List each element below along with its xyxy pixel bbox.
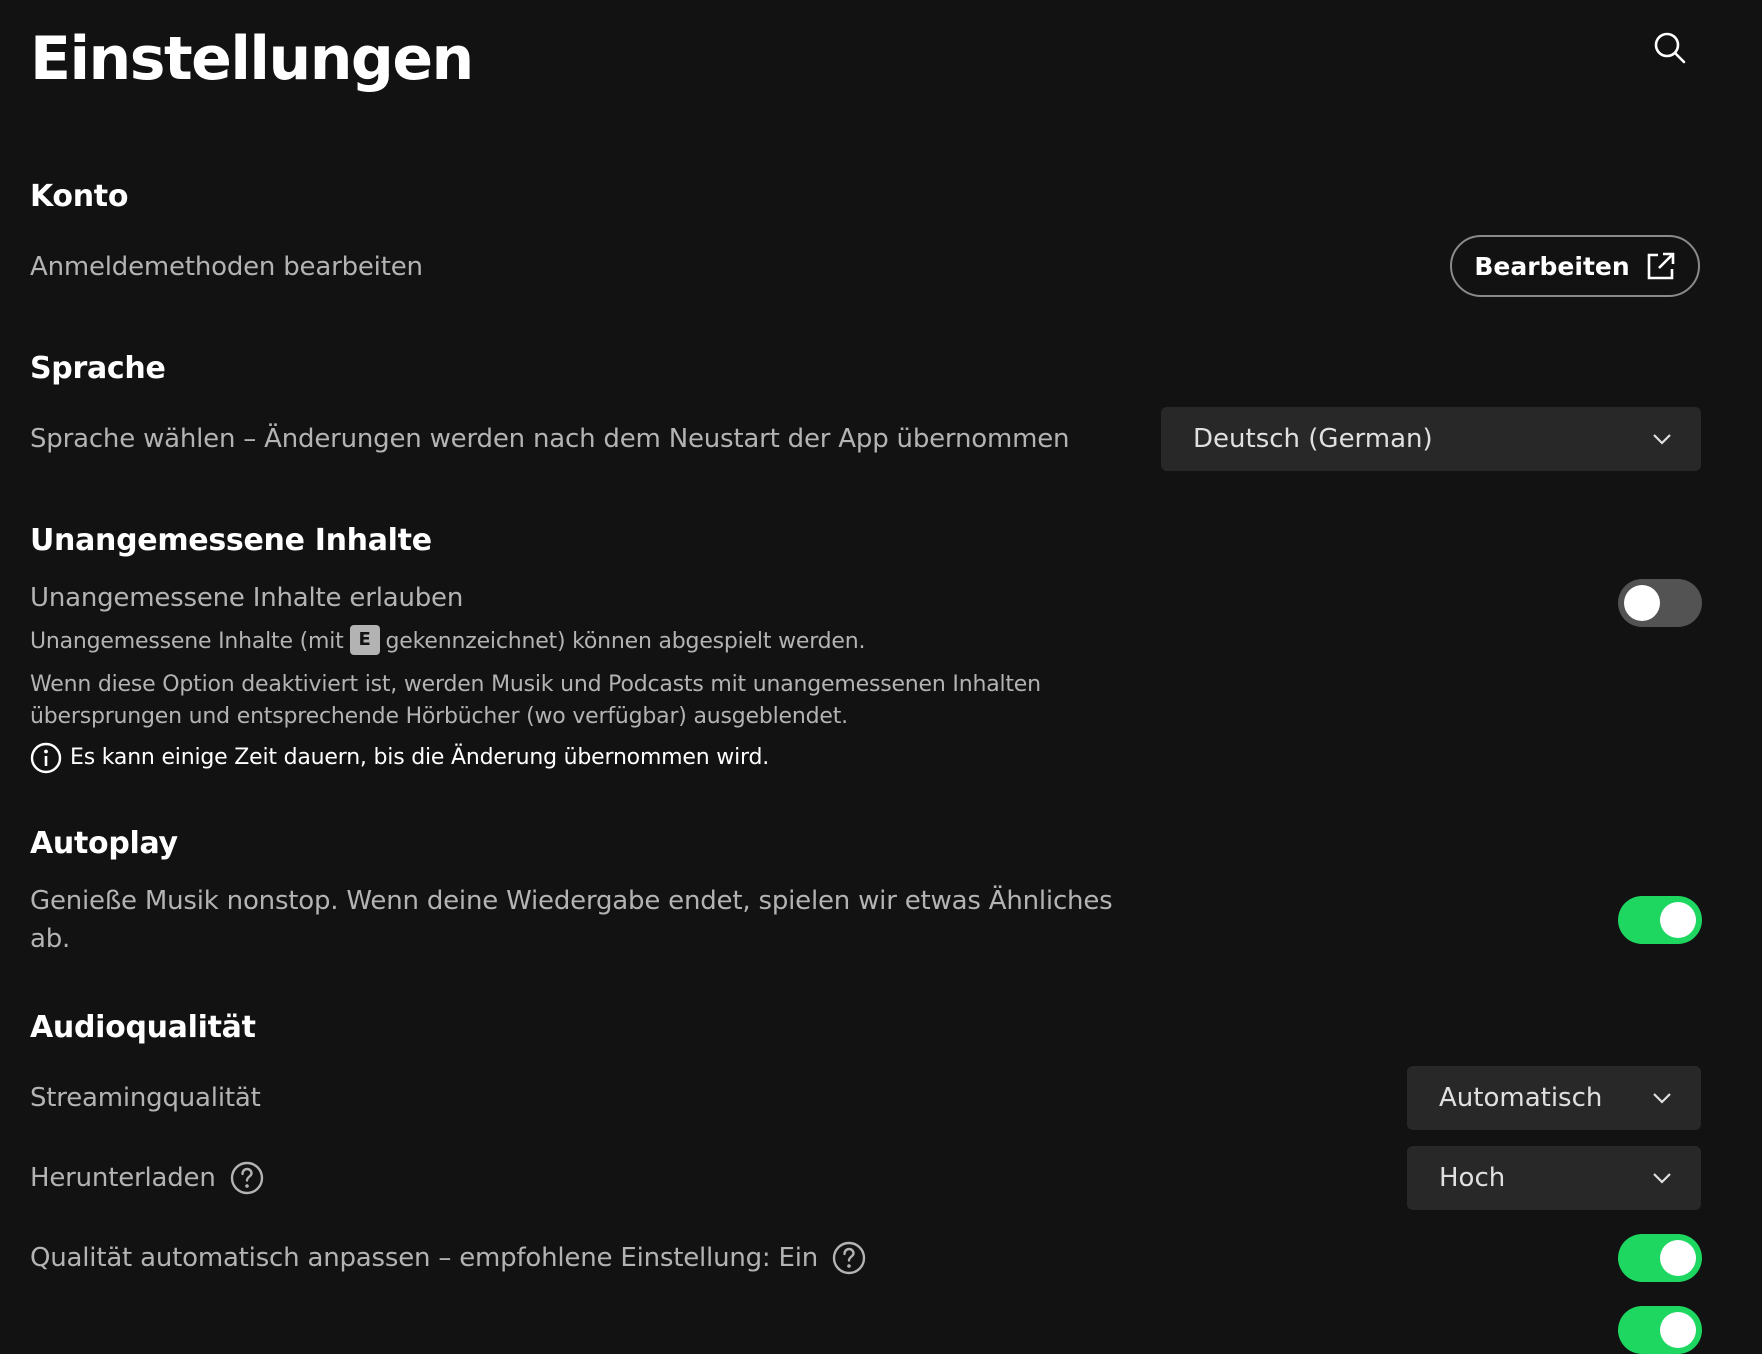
section-title-language: Sprache <box>30 351 166 386</box>
toggle-knob <box>1624 585 1660 621</box>
chevron-down-icon <box>1653 1173 1671 1184</box>
download-quality-value: Hoch <box>1439 1163 1506 1193</box>
download-quality-row: Herunterladen <box>30 1159 264 1197</box>
toggle-knob <box>1660 1240 1696 1276</box>
autoplay-toggle[interactable] <box>1618 896 1702 944</box>
explicit-content-toggle[interactable] <box>1618 579 1702 627</box>
toggle-knob <box>1660 902 1696 938</box>
account-edit-label: Anmeldemethoden bearbeiten <box>30 252 423 282</box>
section-title-audio: Audioqualität <box>30 1010 256 1045</box>
page-title: Einstellungen <box>30 24 474 94</box>
language-select[interactable]: Deutsch (German) <box>1161 407 1701 471</box>
explicit-description-3: übersprungen und entsprechende Hörbücher… <box>30 704 848 729</box>
help-icon <box>832 1241 866 1275</box>
help-icon <box>230 1161 263 1195</box>
download-help-button[interactable] <box>230 1161 264 1195</box>
autoplay-label-line-2: ab. <box>30 924 71 954</box>
auto-adjust-label: Qualität automatisch anpassen – empfohle… <box>30 1243 819 1273</box>
explicit-desc-after: gekennzeichnet) können abgespielt werden… <box>385 629 866 654</box>
edit-login-methods-button[interactable]: Bearbeiten <box>1450 235 1700 297</box>
explicit-description-2: Wenn diese Option deaktiviert ist, werde… <box>30 672 1041 697</box>
download-quality-select[interactable]: Hoch <box>1407 1146 1701 1210</box>
autoplay-label-line-1: Genieße Musik nonstop. Wenn deine Wieder… <box>30 886 1113 916</box>
chevron-down-icon <box>1653 1093 1671 1104</box>
auto-adjust-help-button[interactable] <box>832 1241 866 1275</box>
streaming-quality-value: Automatisch <box>1439 1083 1603 1113</box>
streaming-quality-select[interactable]: Automatisch <box>1407 1066 1701 1130</box>
next-setting-toggle[interactable] <box>1618 1306 1702 1354</box>
toggle-knob <box>1660 1312 1696 1348</box>
search-icon <box>1654 32 1686 64</box>
external-link-icon <box>1647 252 1674 280</box>
explicit-info-note: Es kann einige Zeit dauern, bis die Ände… <box>30 741 769 774</box>
chevron-down-icon <box>1653 434 1671 445</box>
auto-adjust-row: Qualität automatisch anpassen – empfohle… <box>30 1239 866 1277</box>
info-text: Es kann einige Zeit dauern, bis die Ände… <box>70 745 769 770</box>
explicit-desc-before: Unangemessene Inhalte (mit <box>30 629 344 654</box>
explicit-label: Unangemessene Inhalte erlauben <box>30 583 464 613</box>
section-title-account: Konto <box>30 179 129 214</box>
info-icon <box>30 742 62 773</box>
language-label: Sprache wählen – Änderungen werden nach … <box>30 424 1070 454</box>
section-title-explicit: Unangemessene Inhalte <box>30 523 432 558</box>
auto-adjust-quality-toggle[interactable] <box>1618 1234 1702 1282</box>
edit-button-label: Bearbeiten <box>1474 251 1630 281</box>
streaming-quality-label: Streamingqualität <box>30 1083 261 1113</box>
section-title-autoplay: Autoplay <box>30 826 178 861</box>
explicit-badge: E <box>349 625 380 655</box>
language-selected-value: Deutsch (German) <box>1193 424 1433 454</box>
explicit-description-1: Unangemessene Inhalte (mit Egekennzeichne… <box>30 625 865 658</box>
search-button[interactable] <box>1648 26 1692 70</box>
download-quality-label: Herunterladen <box>30 1163 216 1193</box>
